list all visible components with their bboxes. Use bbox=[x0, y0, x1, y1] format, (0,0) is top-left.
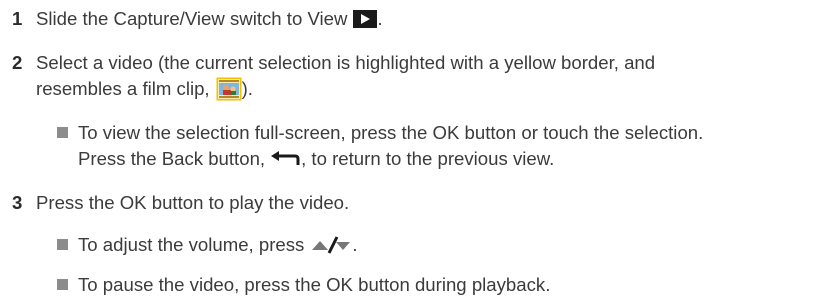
step-3-bullet-1-line: To adjust the volume, press . bbox=[0, 230, 840, 260]
step-2-text-line-2: resembles a film clip, bbox=[36, 78, 210, 99]
step-2-bullet-1-text-line-2: Press the Back button, bbox=[78, 148, 266, 169]
step-3-line: 3 Press the OK button to play the video. bbox=[0, 188, 840, 218]
step-1-period: . bbox=[377, 8, 383, 29]
bullet-square bbox=[57, 279, 68, 290]
film-clip-thumbnail-icon bbox=[216, 77, 242, 101]
bullet-square bbox=[57, 239, 68, 250]
step-2-bullet-1-text-line-2-end: , to return to the previous view. bbox=[301, 148, 555, 169]
step-2-close-paren: ). bbox=[241, 78, 253, 99]
step-3-text: Press the OK button to play the video. bbox=[36, 192, 350, 213]
step-1-number: 1 bbox=[12, 8, 23, 29]
step-3-bullet-1-text: To adjust the volume, press bbox=[78, 234, 305, 255]
play-icon bbox=[353, 10, 378, 28]
step-3-number: 3 bbox=[12, 192, 23, 213]
step-1-text: Slide the Capture/View switch to View bbox=[36, 8, 348, 29]
volume-up-down-icon bbox=[312, 236, 351, 254]
bullet-square bbox=[57, 127, 68, 138]
step-3-bullet-2-line: To pause the video, press the OK button … bbox=[0, 270, 840, 300]
step-1-line: 1 Slide the Capture/View switch to View … bbox=[0, 4, 840, 34]
back-arrow-icon bbox=[271, 151, 300, 165]
step-2-number: 2 bbox=[12, 52, 23, 73]
step-2-bullet-1-line-2: Press the Back button, , to return to th… bbox=[0, 144, 840, 174]
step-2-bullet-1-text-line-1: To view the selection full-screen, press… bbox=[78, 122, 704, 143]
step-2-text-line-1: Select a video (the current selection is… bbox=[36, 52, 656, 73]
step-3-bullet-2-text: To pause the video, press the OK button … bbox=[78, 274, 551, 295]
step-3-bullet-1-period: . bbox=[352, 234, 358, 255]
step-2-line-2: resembles a film clip, ). bbox=[0, 74, 840, 104]
